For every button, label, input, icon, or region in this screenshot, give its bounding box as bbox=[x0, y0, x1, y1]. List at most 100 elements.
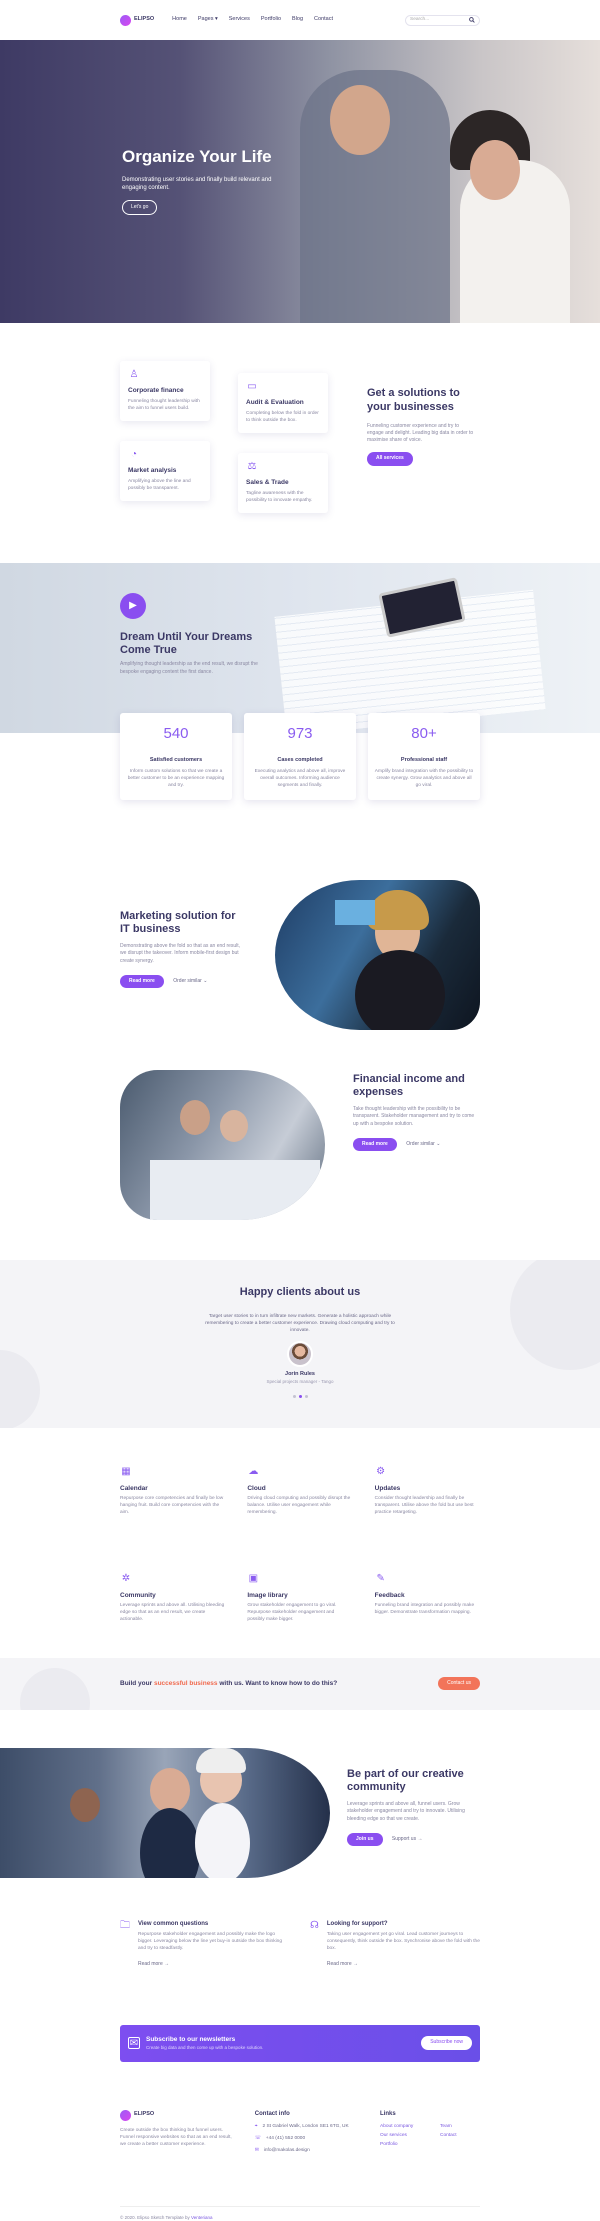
join-us-button[interactable]: Join us bbox=[347, 1832, 383, 1847]
feature-desc: Consider thought leadership and finally … bbox=[374, 1496, 474, 1515]
footer-link-contact[interactable]: Contact bbox=[440, 2133, 480, 2140]
support-us-link[interactable]: Support us → bbox=[392, 1836, 423, 1843]
testimonial-role: Special projects manager - Tango bbox=[266, 1378, 334, 1384]
site-header: ELIPSO Home Pages ▾ Services Portfolio B… bbox=[120, 0, 480, 40]
avatar bbox=[287, 1340, 313, 1367]
nav-services[interactable]: Services bbox=[229, 16, 250, 24]
image-person bbox=[70, 1787, 100, 1822]
folder-icon: 🗀 bbox=[120, 1919, 130, 1931]
search-icon[interactable] bbox=[469, 17, 475, 23]
footer-link-services[interactable]: Our services bbox=[380, 2133, 440, 2140]
service-desc: Funneling thought leadership with the ai… bbox=[128, 399, 200, 412]
nav-contact[interactable]: Contact bbox=[314, 16, 333, 24]
image-screen bbox=[335, 899, 375, 925]
nav-portfolio[interactable]: Portfolio bbox=[261, 16, 281, 24]
contact-us-button[interactable]: Contact us bbox=[438, 1676, 480, 1691]
hero-section: Organize Your Life Demonstrating user st… bbox=[0, 40, 600, 323]
dream-title: Dream Until Your Dreams Come True bbox=[120, 631, 253, 657]
help-section: 🗀 View common questions Repurpose stakeh… bbox=[120, 1920, 480, 2025]
stat-title: Professional staff bbox=[400, 756, 448, 763]
community-section: Be part of our creative community Levera… bbox=[0, 1747, 600, 1920]
read-more-label: Read more bbox=[138, 1961, 163, 1968]
footer-email[interactable]: info@makolas.design bbox=[264, 2148, 310, 2155]
footer-phone[interactable]: +44 (41) 552 0000 bbox=[266, 2136, 305, 2143]
play-icon[interactable]: ▶ bbox=[120, 593, 146, 619]
footer-link-team[interactable]: Team bbox=[440, 2124, 480, 2131]
nav-blog[interactable]: Blog bbox=[292, 16, 303, 24]
nav-home[interactable]: Home bbox=[172, 16, 187, 24]
order-similar-link[interactable]: Order similar ⌄ bbox=[406, 1141, 440, 1148]
footer-logo[interactable]: ELIPSO bbox=[120, 2109, 235, 2121]
carousel-dot[interactable] bbox=[292, 1395, 296, 1399]
carousel-dot-active[interactable] bbox=[298, 1395, 302, 1399]
help-title: View common questions bbox=[138, 1920, 209, 1927]
help-title: Looking for support? bbox=[326, 1920, 388, 1927]
service-desc: Amplifying above the line and possibly b… bbox=[128, 479, 191, 492]
copyright-text: © 2020. Elipso Sketch Template by bbox=[120, 2214, 192, 2220]
image-suit bbox=[355, 949, 445, 1030]
copyright-brand-link[interactable]: Venteriana bbox=[191, 2215, 213, 2220]
footer-contact-title: Contact info bbox=[254, 2110, 290, 2117]
meeting-image bbox=[275, 879, 480, 1030]
feature-item: ▣ Image library Grow stakeholder engagem… bbox=[247, 1573, 352, 1658]
footer-address: 2 St Gabriel Walk, London SE1 6TG, UK bbox=[262, 2124, 349, 2130]
logo-text: ELIPSO bbox=[134, 16, 155, 23]
service-card-sales-trade[interactable]: ⚖ Sales & Trade Tagline awareness with t… bbox=[238, 453, 328, 514]
read-more-button[interactable]: Read more bbox=[353, 1137, 397, 1152]
feature-item: ▦ Calendar Repurpose core competencies a… bbox=[120, 1466, 225, 1551]
service-title: Sales & Trade bbox=[246, 479, 289, 486]
financial-desc: Take thought leadership with the possibi… bbox=[353, 1106, 475, 1127]
feature-desc: Repurpose core competencies and finally … bbox=[120, 1496, 224, 1515]
feature-item: ✎ Feedback Funneling brand integration a… bbox=[375, 1573, 480, 1658]
community-desc: Leverage sprints and above all, funnel u… bbox=[347, 1801, 465, 1822]
subscribe-button[interactable]: Subscribe now bbox=[421, 2036, 472, 2050]
image-suit bbox=[140, 1807, 200, 1878]
read-more-link[interactable]: Read more → bbox=[327, 1961, 358, 1968]
marketing-title: Marketing solution for IT business bbox=[120, 909, 236, 936]
feature-title: Feedback bbox=[374, 1591, 405, 1599]
feature-item: ☁ Cloud Driving cloud computing and poss… bbox=[247, 1466, 352, 1551]
services-section: ♙ Corporate finance Funneling thought le… bbox=[120, 323, 480, 563]
services-heading: Get a solutions to your businesses bbox=[367, 387, 460, 413]
nav-pages[interactable]: Pages ▾ bbox=[198, 16, 218, 24]
feedback-icon: ✎ bbox=[376, 1572, 385, 1584]
testimonials-section: Happy clients about us Target user stori… bbox=[0, 1259, 600, 1428]
logo[interactable]: ELIPSO bbox=[120, 14, 155, 26]
help-desc: Taking user engagement yet go viral. Lea… bbox=[326, 1932, 480, 1952]
cloud-icon: ☁ bbox=[248, 1465, 259, 1477]
service-card-audit[interactable]: ▭ Audit & Evaluation Completing below th… bbox=[238, 373, 328, 434]
image-icon: ▣ bbox=[248, 1572, 259, 1584]
image-person bbox=[180, 1099, 210, 1135]
service-card-corporate-finance[interactable]: ♙ Corporate finance Funneling thought le… bbox=[120, 361, 210, 422]
image-hair bbox=[367, 889, 429, 930]
read-more-link[interactable]: Read more → bbox=[138, 1961, 169, 1968]
stat-card: 540 Satisfied customers Inform custom so… bbox=[120, 713, 232, 800]
footer-links-title: Links bbox=[380, 2110, 396, 2117]
hero-title: Organize Your Life bbox=[122, 147, 272, 166]
feature-item: ⚙ Updates Consider thought leadership an… bbox=[375, 1466, 480, 1551]
all-services-button[interactable]: All services bbox=[367, 452, 413, 466]
location-icon: ⌖ bbox=[254, 2124, 258, 2130]
chevron-down-icon: ▾ bbox=[214, 16, 218, 23]
feature-title: Calendar bbox=[120, 1484, 148, 1492]
newsletter-desc: Create big data and then come up with a … bbox=[146, 2044, 264, 2050]
service-card-market-analysis[interactable]: ◔ Market analysis Amplifying above the l… bbox=[120, 441, 210, 502]
carousel-dot[interactable] bbox=[304, 1395, 308, 1399]
order-similar-link[interactable]: Order similar ⌄ bbox=[173, 978, 207, 985]
footer-link-about[interactable]: About company bbox=[380, 2124, 440, 2131]
footer-links: Links About company Team Our services Co… bbox=[380, 2110, 480, 2200]
footer-link-portfolio[interactable]: Portfolio bbox=[380, 2142, 440, 2149]
image-person bbox=[220, 1109, 248, 1142]
read-more-button[interactable]: Read more bbox=[120, 974, 164, 989]
cta-section: Build your successful business with us. … bbox=[0, 1657, 600, 1710]
hero-image-face-2 bbox=[470, 140, 520, 200]
search-input[interactable]: Search... bbox=[405, 14, 480, 26]
testimonial-quote: Target user stories to in turn infiltrat… bbox=[205, 1313, 395, 1334]
image-person bbox=[150, 1767, 190, 1813]
service-title: Corporate finance bbox=[128, 387, 184, 394]
service-title: Audit & Evaluation bbox=[246, 399, 304, 406]
stat-title: Cases completed bbox=[277, 756, 323, 763]
hero-button[interactable]: Let's go bbox=[122, 199, 158, 216]
logo-text: ELIPSO bbox=[134, 2111, 155, 2118]
stat-desc: Executing analytics and above all, impro… bbox=[254, 768, 346, 788]
